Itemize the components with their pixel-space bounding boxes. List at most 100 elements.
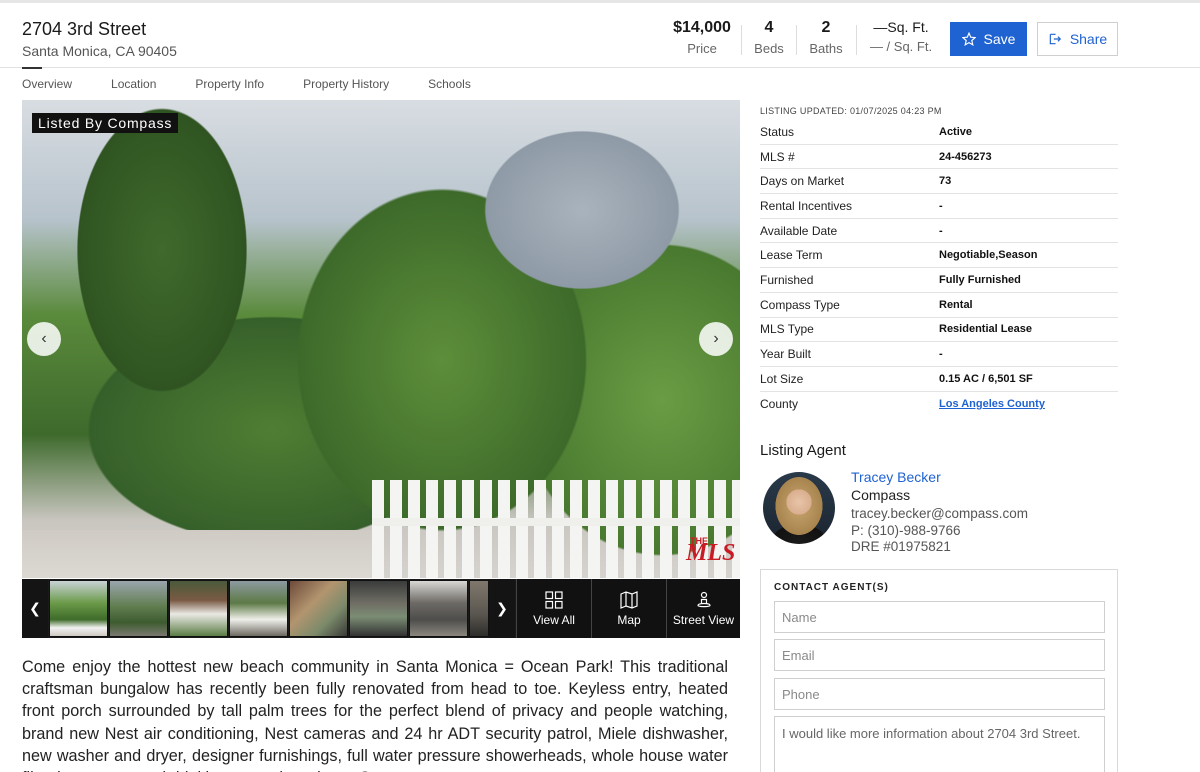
email-field[interactable] bbox=[774, 639, 1105, 671]
listing-updated: LISTING UPDATED: 01/07/2025 04:23 PM bbox=[760, 106, 942, 116]
detail-key: Days on Market bbox=[760, 174, 845, 189]
thumbnail[interactable] bbox=[349, 580, 408, 637]
listing-agent-heading: Listing Agent bbox=[760, 442, 846, 459]
stat-sqft-value: —Sq. Ft. bbox=[873, 19, 929, 35]
detail-row: Lease Term Negotiable,Season bbox=[760, 243, 1118, 269]
stat-baths: 2 Baths bbox=[806, 19, 846, 56]
thumbs-next-button[interactable]: ❯ bbox=[489, 579, 515, 638]
detail-value: - bbox=[939, 348, 943, 361]
stat-divider bbox=[856, 25, 857, 55]
detail-key: Compass Type bbox=[760, 297, 840, 312]
chevron-left-icon: ‹ bbox=[41, 330, 47, 347]
stat-sqft: —Sq. Ft. — / Sq. Ft. bbox=[866, 19, 936, 54]
grid-icon bbox=[545, 590, 563, 609]
detail-row: Compass Type Rental bbox=[760, 293, 1118, 318]
detail-row: Year Built - bbox=[760, 342, 1118, 367]
tab-property-info[interactable]: Property Info bbox=[195, 68, 264, 98]
detail-value: Active bbox=[939, 125, 973, 138]
stat-price-label: Price bbox=[687, 41, 717, 56]
save-button-label: Save bbox=[983, 31, 1016, 47]
detail-value: Rental bbox=[939, 298, 973, 311]
thumbs-prev-button[interactable]: ❮ bbox=[22, 579, 48, 638]
map-button[interactable]: Map bbox=[591, 579, 666, 638]
detail-value: Residential Lease bbox=[939, 323, 1032, 336]
detail-key: County bbox=[760, 396, 799, 411]
phone-field[interactable] bbox=[774, 678, 1105, 710]
thumbnail[interactable] bbox=[49, 580, 108, 637]
mls-logo-prefix: THE bbox=[690, 536, 708, 546]
agent-email[interactable]: tracey.becker@compass.com bbox=[851, 506, 1028, 521]
street-view-icon bbox=[696, 591, 711, 607]
message-field[interactable]: I would like more information about 2704… bbox=[774, 716, 1105, 772]
detail-row: Rental Incentives - bbox=[760, 194, 1118, 219]
detail-key: Rental Incentives bbox=[760, 198, 853, 213]
thumbnail[interactable] bbox=[469, 580, 489, 637]
thumbnail[interactable] bbox=[289, 580, 348, 637]
county-link[interactable]: Los Angeles County bbox=[939, 398, 1045, 410]
contact-heading: CONTACT AGENT(S) bbox=[774, 582, 889, 593]
property-description: Come enjoy the hottest new beach communi… bbox=[22, 658, 728, 772]
map-label: Map bbox=[617, 612, 641, 627]
agent-name-link[interactable]: Tracey Becker bbox=[851, 469, 941, 485]
stat-price: $14,000 Price bbox=[672, 19, 732, 56]
detail-row: Lot Size 0.15 AC / 6,501 SF bbox=[760, 367, 1118, 392]
detail-value: - bbox=[939, 199, 943, 212]
stat-divider bbox=[796, 25, 797, 55]
view-all-button[interactable]: View All bbox=[516, 579, 591, 638]
chevron-left-icon: ❮ bbox=[29, 600, 41, 616]
tab-location[interactable]: Location bbox=[111, 68, 156, 98]
photo-fence-rail bbox=[372, 518, 740, 526]
detail-row: Available Date - bbox=[760, 219, 1118, 244]
street-view-label: Street View bbox=[672, 612, 735, 627]
thumbnail[interactable] bbox=[169, 580, 228, 637]
thumbnail[interactable] bbox=[409, 580, 468, 637]
map-icon bbox=[620, 590, 638, 609]
street-view-button[interactable]: Street View bbox=[666, 579, 740, 638]
agent-company: Compass bbox=[851, 487, 911, 503]
detail-key: Lease Term bbox=[760, 248, 823, 263]
listed-by-badge: Listed By Compass bbox=[32, 113, 179, 133]
property-header: 2704 3rd Street Santa Monica, CA 90405 $… bbox=[0, 0, 1200, 68]
agent-phone[interactable]: P: (310)-988-9766 bbox=[851, 523, 961, 538]
detail-row: MLS # 24-456273 bbox=[760, 145, 1118, 170]
detail-value: Fully Furnished bbox=[939, 273, 1021, 286]
stat-beds: 4 Beds bbox=[750, 19, 788, 56]
share-button[interactable]: Share bbox=[1037, 22, 1118, 56]
detail-value: 73 bbox=[939, 175, 952, 188]
agent-dre: DRE #01975821 bbox=[851, 539, 951, 554]
photo-sidewalk bbox=[22, 530, 382, 578]
photo-prev-button[interactable]: ‹ bbox=[27, 322, 61, 356]
chevron-right-icon: › bbox=[713, 330, 719, 347]
share-icon bbox=[1049, 33, 1061, 45]
detail-row: County Los Angeles County bbox=[760, 392, 1118, 417]
tab-property-history[interactable]: Property History bbox=[303, 68, 389, 98]
stat-baths-value: 2 bbox=[821, 19, 831, 36]
photo-next-button[interactable]: › bbox=[699, 322, 733, 356]
tab-overview[interactable]: Overview bbox=[22, 67, 72, 98]
view-all-label: View All bbox=[533, 612, 575, 627]
detail-value: 0.15 AC / 6,501 SF bbox=[939, 372, 1033, 385]
mls-logo: THE MLS bbox=[686, 536, 736, 574]
section-tabs: Overview Location Property Info Property… bbox=[22, 67, 510, 98]
detail-row: Furnished Fully Furnished bbox=[760, 268, 1118, 293]
thumbnail[interactable] bbox=[229, 580, 288, 637]
detail-key: MLS Type bbox=[760, 322, 814, 337]
name-field[interactable] bbox=[774, 601, 1105, 633]
detail-key: Furnished bbox=[760, 272, 814, 287]
detail-row: MLS Type Residential Lease bbox=[760, 318, 1118, 343]
stat-divider bbox=[741, 25, 742, 55]
thumbnail[interactable] bbox=[109, 580, 168, 637]
detail-key: Lot Size bbox=[760, 371, 804, 386]
tab-schools[interactable]: Schools bbox=[428, 68, 471, 98]
detail-row: Status Active bbox=[760, 120, 1118, 145]
property-photo[interactable] bbox=[22, 100, 740, 578]
stat-baths-label: Baths bbox=[809, 41, 843, 56]
star-icon bbox=[961, 32, 976, 46]
contact-form: CONTACT AGENT(S) I would like more infor… bbox=[760, 569, 1118, 772]
address-subtitle: Santa Monica, CA 90405 bbox=[22, 43, 177, 59]
detail-key: Status bbox=[760, 124, 795, 139]
detail-row: Days on Market 73 bbox=[760, 169, 1118, 195]
stat-beds-value: 4 bbox=[764, 19, 774, 36]
save-button[interactable]: Save bbox=[950, 22, 1027, 56]
chevron-right-icon: ❯ bbox=[496, 600, 508, 616]
